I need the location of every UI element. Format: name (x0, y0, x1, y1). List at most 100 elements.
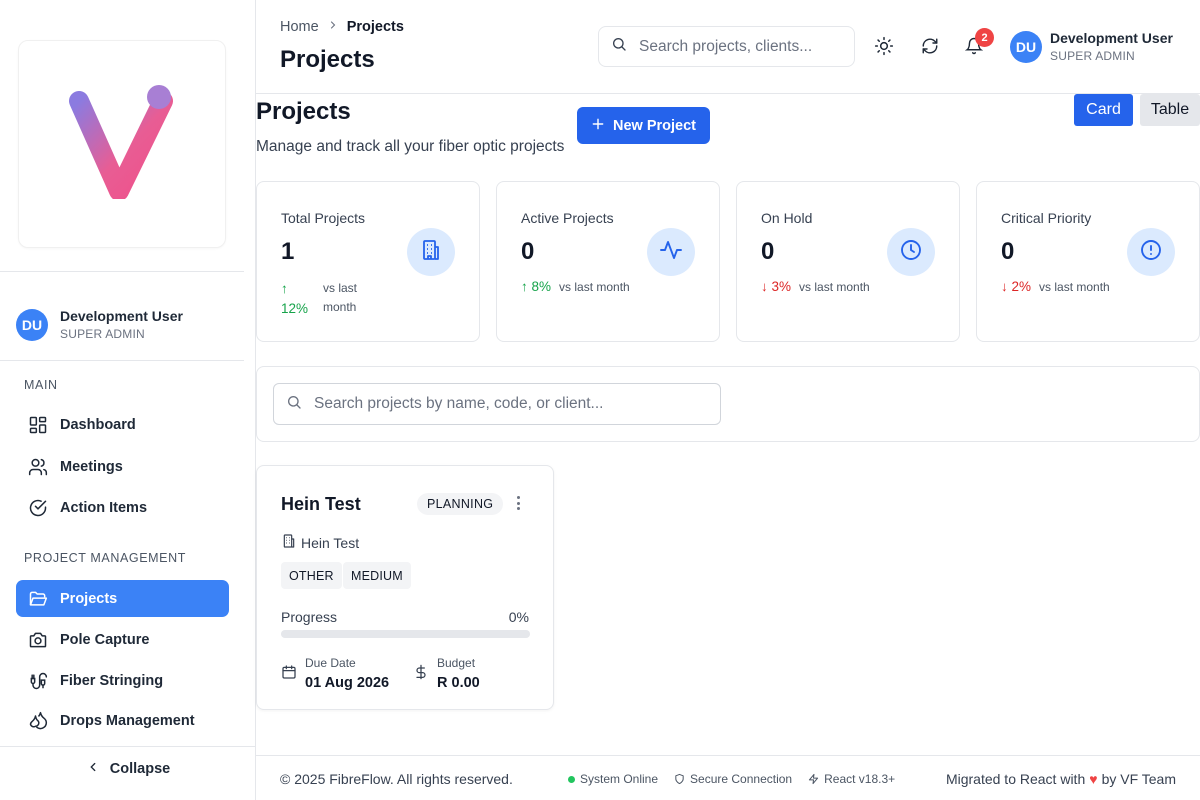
chevron-left-icon (86, 760, 100, 778)
view-table-button[interactable]: Table (1140, 94, 1200, 126)
migration-prefix: Migrated to React with (945, 771, 1086, 787)
notification-badge: 2 (975, 28, 994, 47)
project-card[interactable]: Hein Test PLANNING Hein Test OTHER MEDIU… (256, 465, 554, 710)
sidebar-item-meetings[interactable]: Meetings (16, 448, 229, 485)
user-name: Development User (60, 308, 183, 324)
folder-open-icon (28, 589, 48, 609)
type-tag: OTHER (281, 562, 342, 589)
app-logo[interactable] (18, 40, 226, 248)
sun-icon (874, 36, 894, 61)
sidebar-item-label: Action Items (60, 499, 148, 516)
users-icon (28, 457, 48, 477)
header-user-menu[interactable]: DU Development User SUPER ADMIN (1010, 30, 1173, 63)
section-subtitle: Manage and track all your fiber optic pr… (256, 138, 565, 155)
budget-value: R 0.00 (437, 675, 480, 691)
avatar: DU (1010, 30, 1042, 63)
search-icon (286, 394, 302, 415)
migration-credit: Migrated to React with ♥ by VF Team (946, 771, 1176, 787)
sidebar-item-label: Meetings (60, 458, 123, 475)
trend-compare: vs last month (323, 281, 358, 314)
global-search-input[interactable] (639, 37, 839, 56)
sidebar-item-drops-management[interactable]: Drops Management (16, 702, 229, 739)
sidebar-item-label: Drops Management (60, 712, 195, 729)
activity-icon (659, 238, 683, 267)
sidebar-item-action-items[interactable]: Action Items (16, 489, 229, 526)
droplets-icon (28, 711, 48, 731)
breadcrumb-home[interactable]: Home (280, 19, 319, 35)
avatar: DU (16, 308, 48, 341)
stat-trend: ↑ 8% vs last month (521, 279, 630, 294)
breadcrumb-current: Projects (346, 19, 404, 35)
stat-card-total-projects: Total Projects 1 ↑ 12% vs last month (256, 181, 480, 342)
divider (0, 271, 244, 272)
divider (0, 746, 256, 747)
trend-percent: 3% (771, 279, 792, 294)
section-title: Projects (256, 98, 351, 125)
trend-compare: vs last month (1039, 280, 1110, 294)
stat-value: 0 (521, 238, 535, 265)
stat-value: 0 (1001, 238, 1015, 265)
stat-icon-circle (887, 228, 935, 276)
section-title-main: MAIN (24, 378, 58, 392)
plus-icon (591, 117, 605, 135)
dollar-icon (413, 664, 429, 685)
zap-icon (808, 773, 819, 785)
due-date-label: Due Date (305, 656, 356, 670)
project-search-input[interactable] (314, 395, 694, 413)
project-name: Hein Test (281, 494, 361, 514)
shield-icon (675, 773, 684, 785)
stat-card-on-hold: On Hold 0 ↓ 3% vs last month (736, 181, 960, 342)
stat-icon-circle (407, 228, 455, 276)
chevron-right-icon (327, 19, 339, 35)
trend-percent: 2% (1011, 279, 1032, 294)
trend-arrow: ↑ (521, 279, 528, 294)
stat-card-critical-priority: Critical Priority 0 ↓ 2% vs last month (976, 181, 1200, 342)
sidebar-item-label: Projects (60, 590, 118, 607)
status-dot-icon (568, 775, 575, 783)
trend-arrow: ↓ (761, 279, 768, 294)
page-title: Projects (280, 46, 375, 73)
footer: © 2025 FibreFlow. All rights reserved. S… (256, 755, 1200, 800)
refresh-icon (921, 37, 939, 60)
theme-toggle-button[interactable] (872, 36, 896, 60)
more-options-button[interactable] (513, 494, 523, 512)
stat-label: On Hold (761, 210, 813, 226)
new-project-button[interactable]: New Project (577, 107, 710, 144)
sidebar-item-dashboard[interactable]: Dashboard (16, 406, 229, 443)
sidebar-item-fiber-stringing[interactable]: Fiber Stringing (16, 662, 229, 699)
view-card-button[interactable]: Card (1074, 94, 1133, 126)
refresh-button[interactable] (918, 36, 942, 60)
sidebar-item-pole-capture[interactable]: Pole Capture (16, 621, 229, 658)
dashboard-icon (28, 415, 48, 435)
cable-icon (28, 671, 48, 691)
building-icon (419, 238, 443, 267)
due-date: Due Date 01 Aug 2026 (281, 656, 389, 691)
stat-trend: ↑ 12% vs last month (281, 279, 373, 319)
migration-suffix: by VF Team (1101, 771, 1176, 787)
section-title-project-management: PROJECT MANAGEMENT (24, 551, 186, 565)
heart-icon: ♥ (1089, 771, 1098, 787)
sidebar-item-projects[interactable]: Projects (16, 580, 229, 617)
collapse-button[interactable]: Collapse (0, 760, 256, 778)
progress-value: 0% (508, 609, 529, 625)
alert-circle-icon (1139, 238, 1163, 267)
sidebar-item-label: Pole Capture (60, 631, 150, 648)
progress-label: Progress (281, 609, 338, 625)
trend-percent: 12% (281, 301, 309, 316)
trend-percent: 8% (531, 279, 552, 294)
project-search[interactable] (273, 383, 721, 425)
top-header: Home Projects Projects DU Development Us… (256, 0, 1200, 94)
client-name: Hein Test (301, 534, 360, 551)
due-date-value: 01 Aug 2026 (305, 675, 390, 691)
stat-icon-circle (1127, 228, 1175, 276)
user-role: SUPER ADMIN (60, 327, 145, 341)
react-version: React v18.3+ (808, 772, 895, 786)
sidebar-user[interactable]: DU Development User SUPER ADMIN (16, 308, 183, 341)
stat-card-active-projects: Active Projects 0 ↑ 8% vs last month (496, 181, 720, 342)
copyright: © 2025 FibreFlow. All rights reserved. (280, 771, 513, 787)
clock-icon (899, 238, 923, 267)
user-role: SUPER ADMIN (1050, 49, 1135, 63)
stat-value: 0 (761, 238, 775, 265)
global-search[interactable] (598, 26, 855, 67)
stat-label: Total Projects (281, 210, 366, 226)
